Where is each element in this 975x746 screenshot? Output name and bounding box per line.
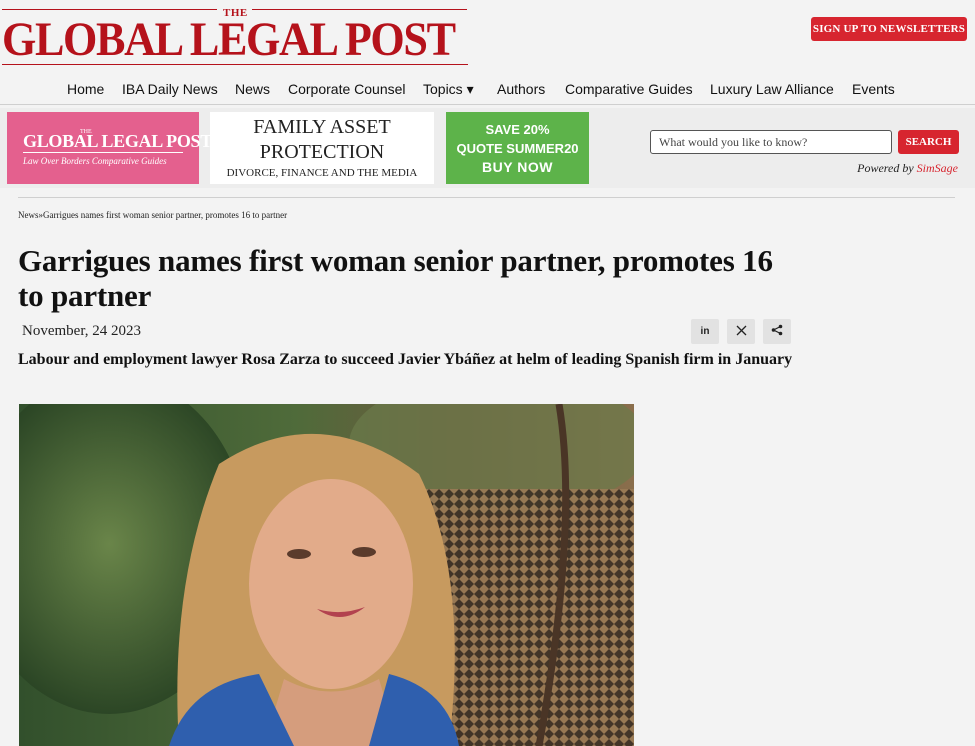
share-x-button[interactable] <box>727 319 755 344</box>
nav-item-corporate-counsel[interactable]: Corporate Counsel <box>288 78 406 100</box>
article-photo <box>19 404 634 746</box>
main-nav: Home IBA Daily News News Corporate Couns… <box>0 78 975 102</box>
linkedin-icon: in <box>700 326 710 337</box>
search-button[interactable]: SEARCH <box>898 130 959 154</box>
article-photo-illustration <box>19 404 634 746</box>
ad-family-asset-protection[interactable]: FAMILY ASSET PROTECTION DIVORCE, FINANCE… <box>210 112 434 184</box>
share-icon <box>771 324 783 339</box>
nav-item-events[interactable]: Events <box>852 78 895 100</box>
article-headline: Garrigues names first woman senior partn… <box>18 243 773 313</box>
search-input[interactable] <box>650 130 892 154</box>
ad-promo-buy-now[interactable]: SAVE 20% QUOTE SUMMER20 BUY NOW <box>446 112 589 184</box>
newsletter-signup-button[interactable]: SIGN UP TO NEWSLETTERS <box>811 17 967 41</box>
article-standfirst: Labour and employment lawyer Rosa Zarza … <box>18 351 793 368</box>
simsage-link[interactable]: SimSage <box>917 161 958 175</box>
share-linkedin-button[interactable]: in <box>691 319 719 344</box>
ad-comparative-guides[interactable]: THE GLOBAL LEGAL POST Law Over Borders C… <box>7 112 212 184</box>
ad-family-line2: PROTECTION <box>259 141 385 163</box>
powered-by: Powered by SimSage <box>780 161 958 176</box>
logo-rule-right <box>252 9 467 10</box>
ad-promo-line1: SAVE 20% <box>485 122 550 137</box>
logo-title: GLOBAL LEGAL POST <box>2 13 456 66</box>
nav-item-topics[interactable]: Topics ▾ <box>423 78 474 100</box>
site-logo[interactable]: THE GLOBAL LEGAL POST <box>2 4 470 66</box>
ad-pink-title: GLOBAL LEGAL POST <box>23 131 212 151</box>
nav-divider <box>0 104 975 105</box>
ad-promo-line3: BUY NOW <box>482 159 553 175</box>
logo-rule-bottom <box>2 64 468 65</box>
nav-item-luxury-law-alliance[interactable]: Luxury Law Alliance <box>710 78 834 100</box>
content-divider <box>18 197 955 198</box>
logo-rule-left <box>2 9 217 10</box>
nav-item-authors[interactable]: Authors <box>497 78 545 100</box>
powered-by-label: Powered by <box>857 161 914 175</box>
breadcrumb: News»Garrigues names first woman senior … <box>18 210 287 220</box>
nav-item-news[interactable]: News <box>235 78 270 100</box>
ad-family-line3: DIVORCE, FINANCE AND THE MEDIA <box>226 167 418 179</box>
breadcrumb-news[interactable]: News <box>18 210 39 220</box>
breadcrumb-current: Garrigues names first woman senior partn… <box>43 210 288 220</box>
ad-pink-subtitle: Law Over Borders Comparative Guides <box>23 156 167 166</box>
x-icon <box>736 325 747 339</box>
ad-pink-rule <box>23 152 183 153</box>
share-button[interactable] <box>763 319 791 344</box>
nav-item-home[interactable]: Home <box>67 78 104 100</box>
article-date: November, 24 2023 <box>22 323 141 339</box>
ad-family-line1: FAMILY ASSET <box>253 116 391 138</box>
ad-promo-line2: QUOTE SUMMER20 <box>456 141 579 156</box>
nav-item-comparative-guides[interactable]: Comparative Guides <box>565 78 693 100</box>
nav-item-iba-daily-news[interactable]: IBA Daily News <box>122 78 218 100</box>
